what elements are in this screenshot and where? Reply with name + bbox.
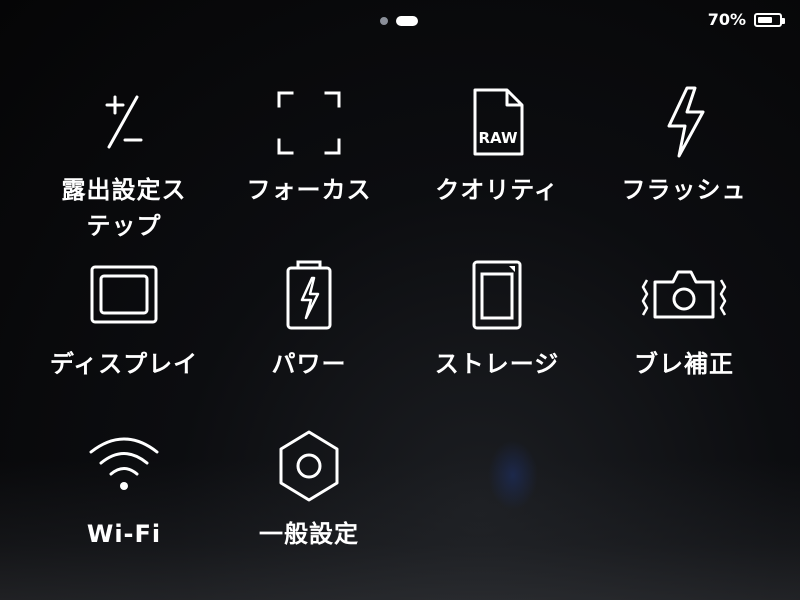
menu-label: Wi-Fi (86, 520, 162, 548)
battery-status: 70% (707, 10, 785, 29)
menu-item-focus[interactable]: フォーカス (219, 88, 399, 208)
menu-label: フォーカス (246, 176, 372, 204)
battery-percent: 70% (707, 10, 746, 29)
menu-label: パワー (271, 350, 347, 378)
storage-card-icon (472, 260, 522, 330)
menu-label-line-1: 露出設定ス (61, 176, 187, 204)
raw-file-icon: RAW (473, 88, 524, 156)
battery-fill (758, 16, 772, 23)
battery-power-icon (286, 260, 332, 330)
menu-label: フラッシュ (621, 176, 747, 204)
battery-tip (782, 17, 785, 24)
menu-item-power[interactable]: パワー (219, 260, 399, 382)
menu-label: クオリティ (435, 176, 559, 204)
menu-item-stabilization[interactable]: ブレ補正 (594, 262, 774, 382)
exposure-step-icon (105, 95, 143, 149)
page-dot-active[interactable] (396, 16, 418, 26)
menu-item-quality[interactable]: RAW クオリティ (407, 88, 587, 208)
menu-label: ブレ補正 (634, 350, 734, 378)
page-dot[interactable] (380, 17, 388, 25)
menu-label: ディスプレイ (49, 350, 199, 378)
menu-item-display[interactable]: ディスプレイ (34, 262, 214, 382)
menu-item-storage[interactable]: ストレージ (407, 260, 587, 382)
battery-icon (754, 12, 785, 27)
menu-label: ストレージ (434, 350, 560, 378)
menu-item-flash[interactable]: フラッシュ (594, 86, 774, 208)
menu-item-wifi[interactable]: Wi-Fi (34, 432, 214, 552)
lightning-icon (667, 86, 705, 158)
raw-label: RAW (478, 129, 517, 147)
wifi-icon (89, 437, 159, 490)
menu-item-exposure-step[interactable]: 露出設定ス テップ (34, 88, 214, 244)
menu-item-general-settings[interactable]: 一般設定 (219, 430, 399, 552)
stabilization-camera-icon (641, 270, 727, 319)
menu-label: 一般設定 (259, 520, 359, 548)
background-blur (488, 440, 538, 510)
focus-frame-icon (277, 91, 341, 155)
page-indicator[interactable] (380, 16, 418, 26)
hexagon-nut-icon (279, 430, 339, 502)
display-icon (90, 265, 158, 324)
menu-label-line-2: テップ (86, 212, 162, 240)
